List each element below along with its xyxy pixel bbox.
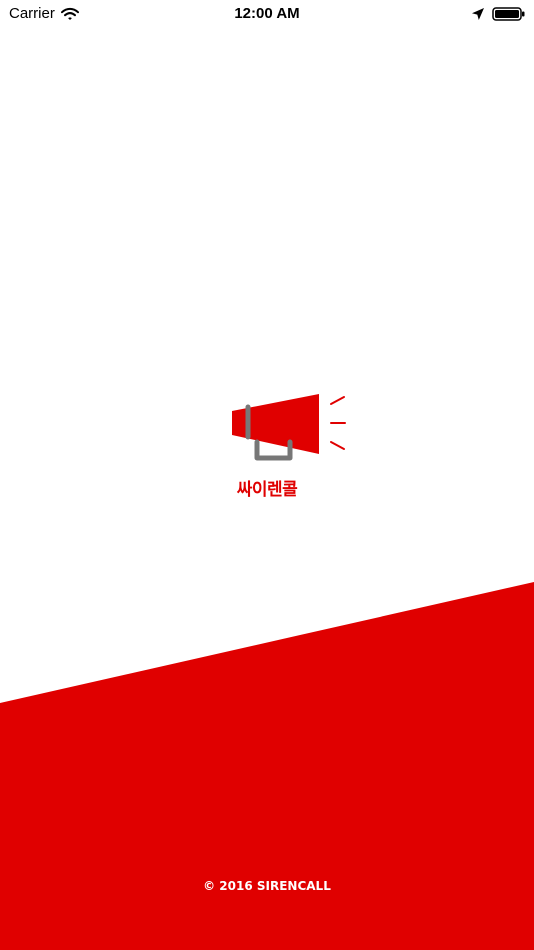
status-time: 12:00 AM (234, 5, 300, 22)
status-right-icons (471, 5, 526, 23)
megaphone-icon (232, 394, 346, 461)
copyright-text: © 2016 SIRENCALL (203, 879, 331, 893)
battery-icon (492, 6, 526, 22)
app-name: 싸이렌콜 (236, 480, 298, 500)
splash-screen: Carrier 12:00 AM 싸이렌콜 © 2016 SIRENCALL (0, 0, 534, 950)
location-arrow-icon (471, 7, 485, 21)
status-bar: Carrier 12:00 AM (0, 0, 534, 30)
